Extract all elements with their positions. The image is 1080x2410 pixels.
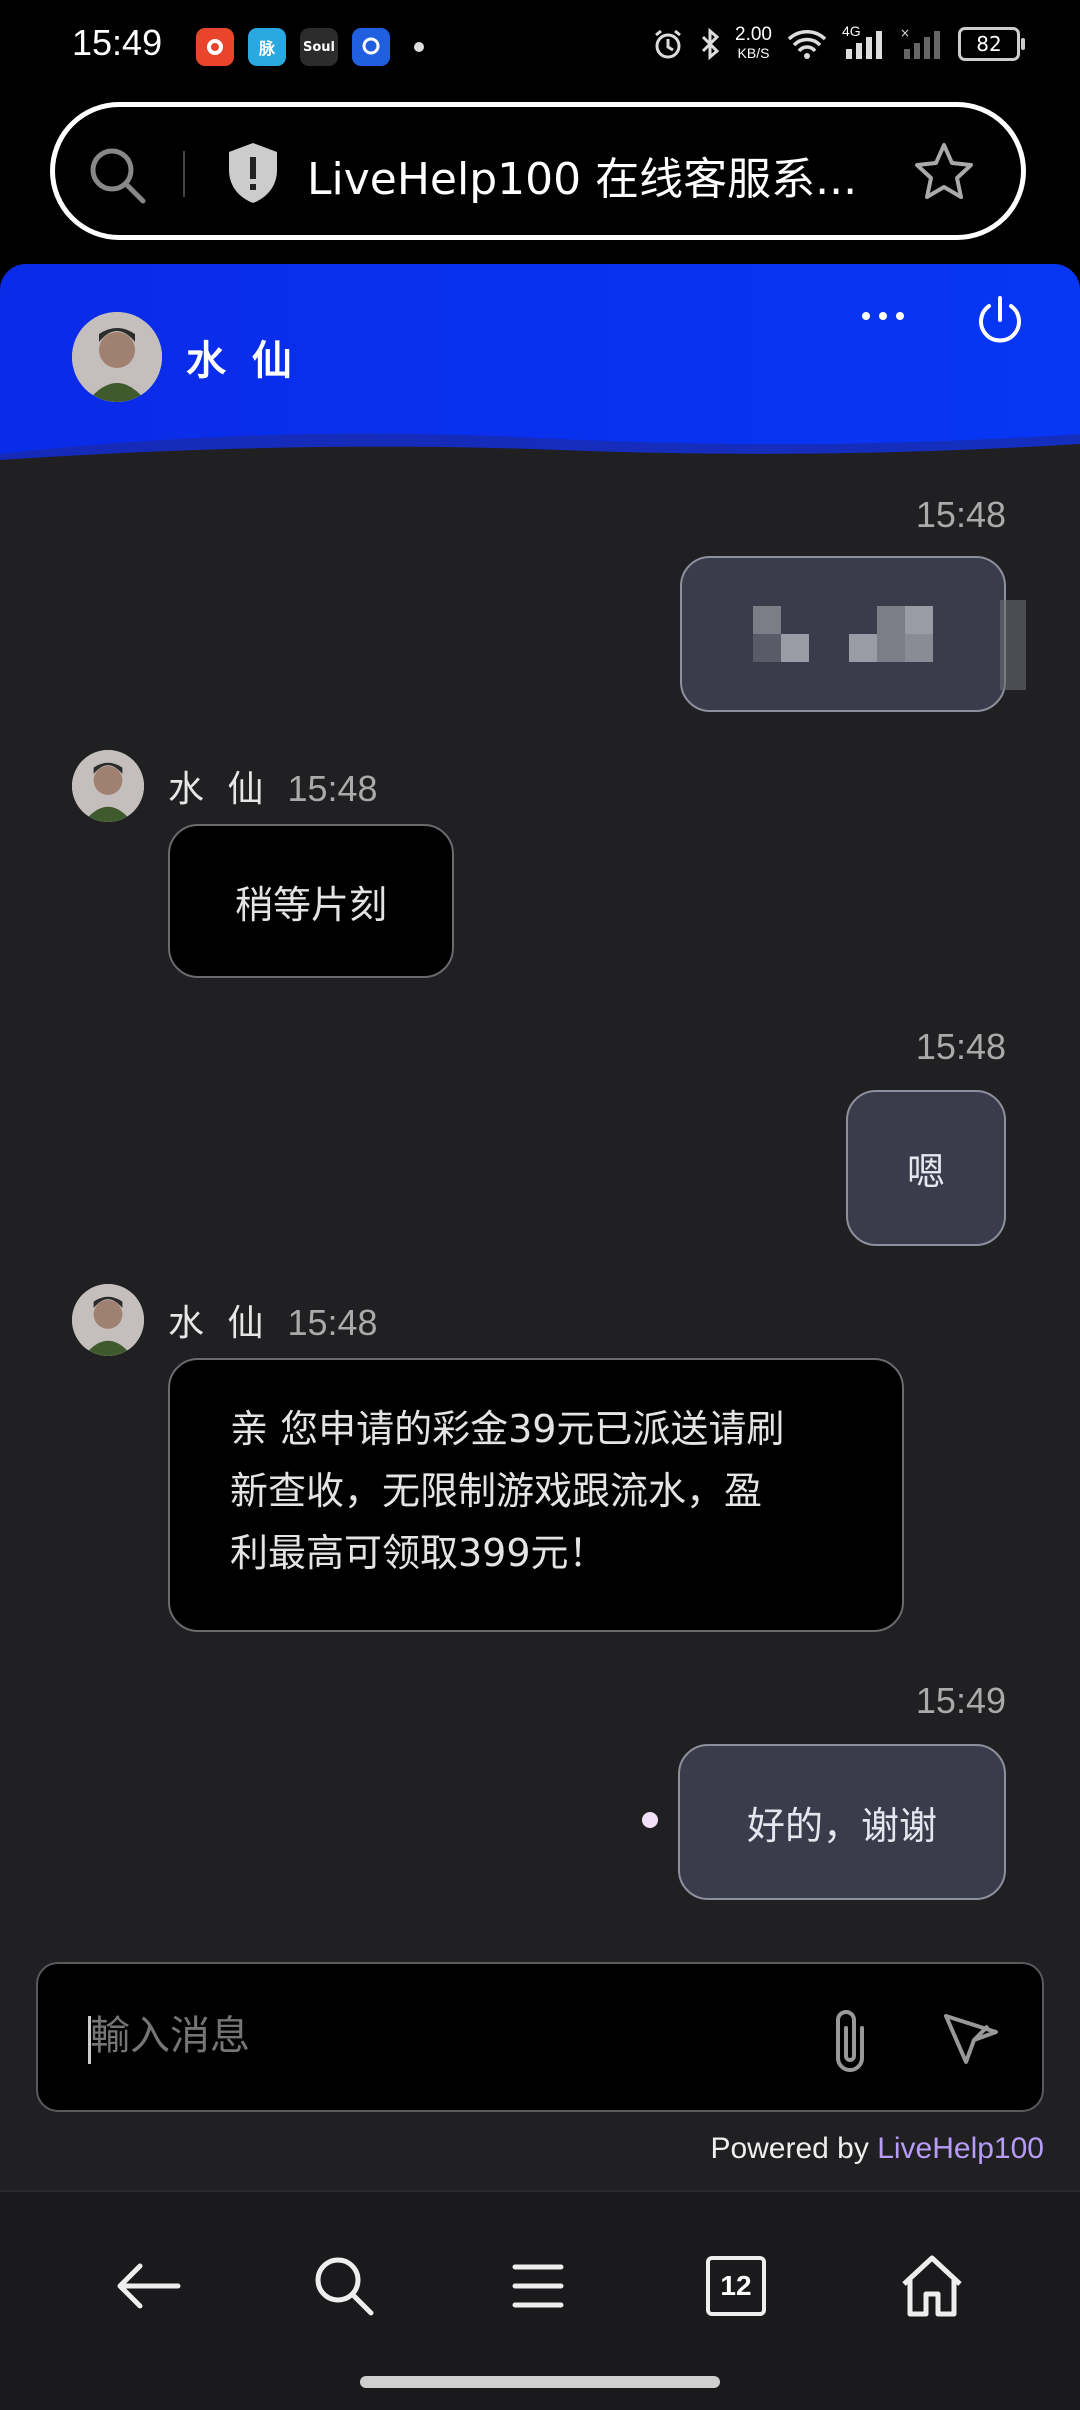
notification-apps: 脉 Soul	[196, 28, 424, 66]
outgoing-message-bubble	[680, 556, 1006, 712]
wifi-icon	[787, 30, 827, 59]
menu-icon	[512, 2264, 564, 2308]
message-text: 好的，谢谢	[746, 1803, 937, 1848]
sending-status-dot	[642, 1812, 658, 1828]
message-text: 稍等片刻	[234, 882, 387, 927]
incoming-message-bubble: 稍等片刻	[168, 824, 454, 978]
message-time: 15:48	[915, 494, 1006, 535]
back-button[interactable]	[108, 2246, 188, 2326]
message-text-line: 新查收，无限制游戏跟流水，盈	[230, 1469, 763, 1513]
blurred-edge	[1000, 600, 1026, 690]
address-bar[interactable]: LiveHelp100 在线客服系...	[50, 102, 1026, 240]
status-time: 15:49	[72, 22, 163, 63]
agent-avatar-small	[72, 750, 144, 822]
gesture-home-bar[interactable]	[360, 2376, 720, 2388]
powered-by: Powered by LiveHelp100	[710, 2132, 1044, 2165]
shield-icon[interactable]	[221, 139, 285, 207]
cellular-signal-icon: 4G	[842, 23, 886, 61]
more-notifications-dot	[414, 42, 424, 52]
message-time: 15:48	[915, 1026, 1006, 1067]
outgoing-message-bubble: 好的，谢谢	[678, 1744, 1006, 1900]
chat-header: 水 仙	[0, 264, 1080, 478]
incoming-message-bubble: 亲 您申请的彩金39元已派送请刷 新查收，无限制游戏跟流水，盈 利最高可领取39…	[168, 1358, 904, 1632]
cellular-signal-2-icon: ×	[900, 27, 940, 59]
header-wave	[0, 433, 1080, 478]
tabs-button[interactable]: 12	[696, 2246, 776, 2326]
message-text-line: 利最高可领取399元！	[230, 1531, 607, 1575]
agent-avatar-small	[72, 1284, 144, 1356]
blurred-content	[753, 606, 933, 662]
svg-text:×: ×	[900, 27, 910, 40]
app-notification-icon	[196, 28, 234, 66]
browser-app-icon	[352, 28, 390, 66]
status-bar: 15:49 脉 Soul 2.00 KB/S 4G × 82	[0, 0, 1080, 96]
paperclip-icon[interactable]	[822, 2004, 878, 2076]
page-title[interactable]: LiveHelp100 在线客服系...	[307, 143, 907, 207]
bookmark-star-icon[interactable]	[911, 139, 977, 205]
back-arrow-icon	[117, 2263, 181, 2309]
power-icon[interactable]	[972, 292, 1028, 348]
message-time: 15:48	[287, 768, 378, 809]
network-speed: 2.00 KB/S	[735, 24, 772, 61]
search-button[interactable]	[304, 2246, 384, 2326]
status-icons: 2.00 KB/S 4G × 82	[651, 23, 1025, 62]
agent-avatar	[72, 312, 162, 402]
menu-button[interactable]	[498, 2246, 578, 2326]
address-divider	[183, 151, 185, 197]
message-time: 15:49	[915, 1680, 1006, 1721]
message-text: 嗯	[906, 1149, 945, 1194]
tab-count: 12	[706, 2256, 766, 2316]
more-options-icon[interactable]	[858, 304, 908, 328]
battery-indicator: 82	[958, 27, 1025, 61]
search-icon[interactable]	[85, 143, 151, 209]
message-text-line: 亲 您申请的彩金39元已派送请刷	[230, 1407, 785, 1451]
sender-name: 水 仙	[168, 769, 270, 810]
outgoing-message-bubble: 嗯	[846, 1090, 1006, 1246]
chat-widget: 水 仙 15:48 水 仙 15:48 稍等片刻 15:48 嗯 水 仙 15:48…	[0, 264, 1080, 2190]
bluetooth-icon	[701, 27, 720, 61]
home-icon	[902, 2255, 962, 2317]
message-time: 15:48	[287, 1302, 378, 1343]
search-icon	[315, 2257, 374, 2316]
soul-app-icon: Soul	[300, 28, 338, 66]
send-icon[interactable]	[938, 2006, 1002, 2070]
message-sender-meta: 水 仙 15:48	[168, 760, 378, 812]
maimai-app-icon: 脉	[248, 28, 286, 66]
message-sender-meta: 水 仙 15:48	[168, 1294, 378, 1346]
alarm-icon	[655, 29, 681, 59]
message-composer	[36, 1962, 1044, 2112]
message-input[interactable]	[88, 2012, 792, 2060]
agent-name: 水 仙	[186, 338, 298, 384]
home-button[interactable]	[892, 2246, 972, 2326]
livehelp-link[interactable]: LiveHelp100	[877, 2132, 1044, 2165]
sender-name: 水 仙	[168, 1303, 270, 1344]
